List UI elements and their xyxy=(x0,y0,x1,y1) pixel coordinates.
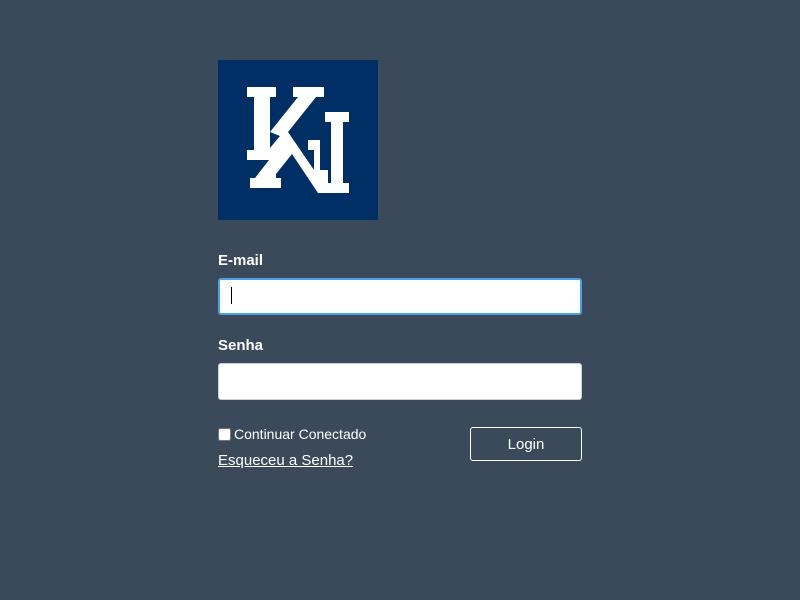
email-field[interactable] xyxy=(218,278,582,315)
forgot-password-link[interactable]: Esqueceu a Senha? xyxy=(218,452,353,469)
remember-checkbox[interactable] xyxy=(218,427,231,441)
remember-label: Continuar Conectado xyxy=(234,426,367,442)
form-actions: Continuar Conectado Esqueceu a Senha? Lo… xyxy=(218,426,582,476)
password-label: Senha xyxy=(218,337,264,354)
login-form: E-mail Senha Continuar Conectado Esquece… xyxy=(218,60,582,476)
text-caret xyxy=(231,287,232,304)
password-field[interactable] xyxy=(218,363,582,400)
email-label: E-mail xyxy=(218,252,264,269)
ka-logo-icon xyxy=(218,60,378,220)
email-field-wrapper xyxy=(218,278,582,315)
remember-me[interactable]: Continuar Conectado xyxy=(218,426,366,442)
login-button[interactable]: Login xyxy=(470,427,582,461)
